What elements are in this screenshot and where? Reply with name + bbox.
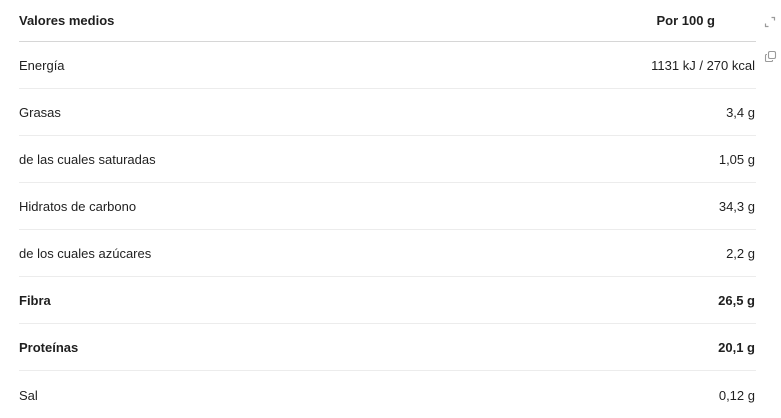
- row-name: Energía: [19, 58, 65, 73]
- header-column-name: Valores medios: [19, 13, 115, 28]
- table-row: Energía 1131 kJ / 270 kcal: [19, 42, 756, 89]
- row-name: de los cuales azúcares: [19, 246, 152, 261]
- row-value: 1131 kJ / 270 kcal: [651, 58, 755, 73]
- nutrition-table: Valores medios Por 100 g Energía 1131 kJ…: [19, 0, 756, 418]
- table-row: Sal 0,12 g: [19, 371, 756, 418]
- row-value: 0,12 g: [718, 387, 755, 403]
- row-name: Fibra: [19, 293, 51, 308]
- expand-icon[interactable]: [764, 16, 778, 30]
- table-row: de las cuales saturadas 1,05 g: [19, 136, 756, 183]
- row-value: 1,05 g: [718, 152, 755, 167]
- row-name: de las cuales saturadas: [19, 152, 156, 167]
- row-value: 34,3 g: [718, 199, 755, 214]
- row-name: Hidratos de carbono: [19, 199, 137, 214]
- table-row: Hidratos de carbono 34,3 g: [19, 183, 756, 230]
- row-value: 20,1 g: [718, 340, 755, 355]
- header-column-value: Por 100 g: [656, 13, 715, 28]
- table-row: Proteínas 20,1 g: [19, 324, 756, 371]
- table-row: Grasas 3,4 g: [19, 89, 756, 136]
- table-header: Valores medios Por 100 g: [19, 0, 756, 42]
- row-value: 26,5 g: [718, 293, 755, 308]
- row-name: Grasas: [19, 105, 61, 120]
- row-name: Proteínas: [19, 340, 79, 355]
- row-value: 3,4 g: [726, 105, 755, 120]
- row-name: Sal: [19, 387, 38, 403]
- table-row: de los cuales azúcares 2,2 g: [19, 230, 756, 277]
- row-value: 2,2 g: [726, 246, 755, 261]
- copy-icon[interactable]: [764, 50, 778, 64]
- table-row: Fibra 26,5 g: [19, 277, 756, 324]
